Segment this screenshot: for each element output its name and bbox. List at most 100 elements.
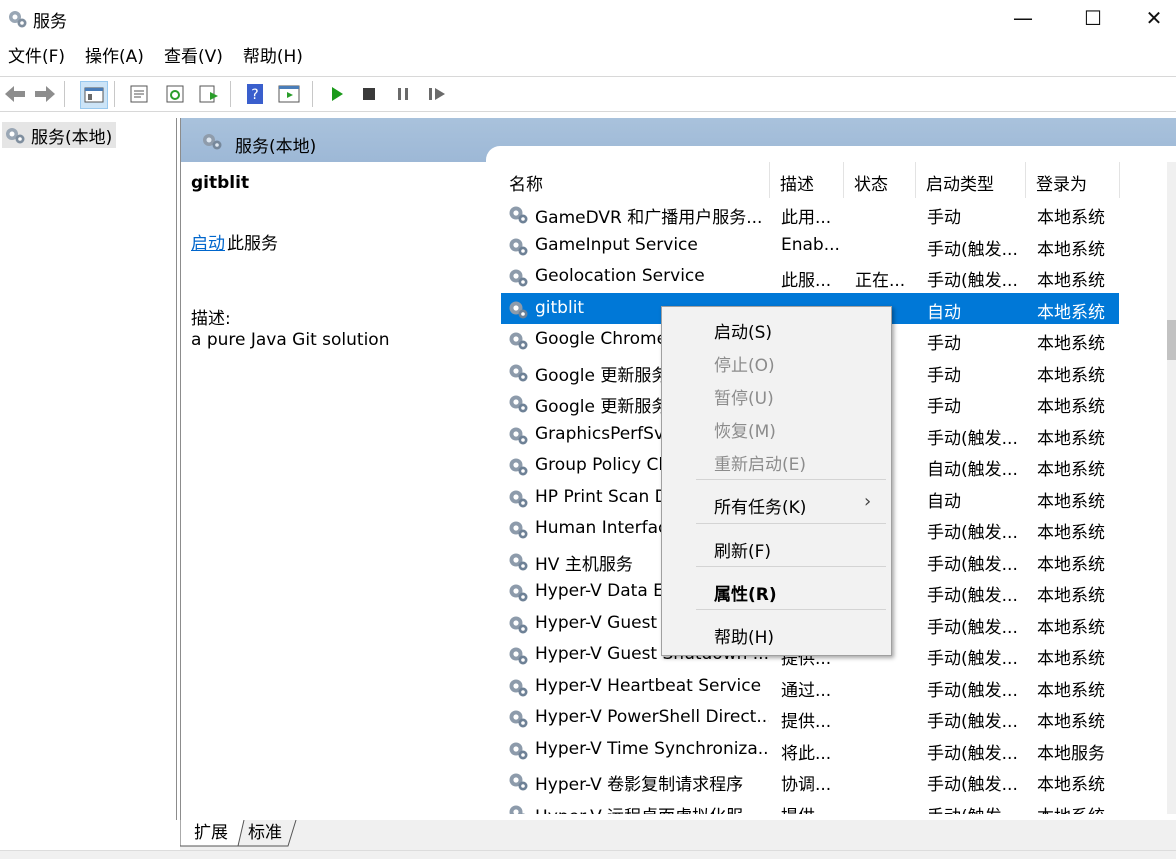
svg-text:?: ?: [251, 87, 258, 103]
table-row[interactable]: Geolocation Service 此服... 正在... 手动(触发... 本地系…: [501, 261, 1119, 292]
service-startup-type-cell: 手动(触发...: [927, 523, 1018, 543]
menu-separator: [696, 566, 886, 567]
toolbar-separator: [64, 81, 65, 107]
back-arrow-icon[interactable]: [2, 81, 28, 107]
gear-icon: [6, 128, 25, 144]
gear-icon: [509, 710, 528, 728]
toolbar-separator: [230, 81, 231, 107]
gear-icon: [509, 206, 528, 224]
column-header-name[interactable]: 名称: [509, 170, 543, 195]
service-logon-cell: 本地系统: [1037, 523, 1105, 543]
service-logon-cell: 本地系统: [1037, 428, 1105, 449]
service-logon-cell: 本地系统: [1037, 775, 1105, 795]
submenu-arrow-icon: ›: [864, 491, 872, 512]
table-row[interactable]: Hyper-V 远程桌面虚拟化服... 提供... 手动(触发... 本地系统: [501, 797, 1119, 815]
menu-item-help[interactable]: 帮助(H): [714, 623, 774, 648]
service-logon-cell: 本地系统: [1037, 680, 1105, 701]
vertical-scrollbar[interactable]: [1167, 162, 1176, 814]
service-startup-type-cell: 手动: [927, 334, 961, 354]
menu-view[interactable]: 查看(V): [156, 42, 235, 72]
properties-icon[interactable]: [126, 81, 152, 107]
maximize-button[interactable]: ☐: [1070, 0, 1116, 36]
table-row[interactable]: Hyper-V Time Synchroniza... 将此... 手动(触发...…: [501, 734, 1119, 765]
menu-item-resume[interactable]: 恢复(M): [714, 417, 776, 442]
selected-service-name: gitblit: [191, 173, 250, 193]
menu-item-stop[interactable]: 停止(O): [714, 351, 775, 376]
service-description-cell: 此用...: [781, 208, 832, 228]
toolbar-separator: [114, 81, 115, 107]
column-header-status[interactable]: 状态: [854, 170, 888, 195]
column-separator[interactable]: [769, 162, 770, 198]
toolbar: ?: [0, 76, 1176, 112]
gear-icon: [509, 301, 528, 318]
gear-icon: [509, 364, 528, 381]
forward-arrow-icon[interactable]: [32, 81, 58, 107]
action-pane-icon[interactable]: [276, 81, 302, 107]
stop-icon[interactable]: [356, 81, 382, 107]
menu-separator: [696, 479, 886, 480]
service-name-cell: Hyper-V Heartbeat Service: [535, 675, 762, 696]
menu-item-all-tasks[interactable]: 所有任务(K): [714, 493, 806, 518]
scrollbar-thumb[interactable]: [1167, 320, 1176, 360]
minimize-button[interactable]: —: [1000, 0, 1046, 36]
service-startup-type-cell: 手动(触发...: [927, 586, 1018, 606]
service-logon-cell: 本地系统: [1037, 397, 1105, 417]
column-header-description[interactable]: 描述: [780, 170, 814, 195]
service-name-cell: Hyper-V 卷影复制请求程序: [535, 775, 744, 795]
service-startup-type-cell: 手动(触发...: [927, 775, 1018, 795]
resume-icon[interactable]: [424, 81, 450, 107]
column-separator[interactable]: [915, 162, 916, 198]
start-service-link[interactable]: 启动: [191, 229, 225, 254]
table-row[interactable]: Hyper-V PowerShell Direct... 提供... 手动(触发..…: [501, 702, 1119, 733]
close-button[interactable]: ✕: [1134, 0, 1174, 36]
menu-file[interactable]: 文件(F): [0, 42, 77, 72]
column-header-logon-as[interactable]: 登录为: [1036, 170, 1087, 195]
service-logon-cell: 本地系统: [1037, 586, 1105, 606]
table-row[interactable]: GameDVR 和广播用户服务... 此用... 手动 本地系统: [501, 198, 1119, 229]
menu-item-refresh[interactable]: 刷新(F): [714, 537, 771, 562]
gear-icon: [509, 616, 528, 633]
service-description-cell: 通过...: [781, 680, 832, 701]
table-row[interactable]: Hyper-V 卷影复制请求程序 协调... 手动(触发... 本地系统: [501, 765, 1119, 796]
export-list-icon[interactable]: [196, 81, 222, 107]
column-separator[interactable]: [843, 162, 844, 198]
menu-item-properties[interactable]: 属性(R): [714, 580, 777, 605]
service-description-cell: 提供...: [781, 802, 843, 815]
help-icon[interactable]: ?: [242, 81, 268, 107]
service-startup-type-cell: 手动(触发...: [927, 680, 1018, 701]
gear-icon: [509, 584, 528, 602]
gear-icon: [203, 134, 222, 150]
pause-icon[interactable]: [390, 81, 416, 107]
menu-item-pause[interactable]: 暂停(U): [714, 384, 774, 409]
menu-item-start[interactable]: 启动(S): [714, 318, 772, 343]
table-row[interactable]: Hyper-V Heartbeat Service 通过... 手动(触发... 本地…: [501, 671, 1119, 702]
service-logon-cell: 本地系统: [1037, 649, 1105, 669]
service-startup-type-cell: 手动(触发...: [927, 649, 1018, 669]
menu-item-restart[interactable]: 重新启动(E): [714, 450, 806, 475]
tree-item-label: 服务(本地): [31, 127, 113, 148]
column-header-startup-type[interactable]: 启动类型: [926, 170, 994, 195]
menu-action[interactable]: 操作(A): [77, 42, 156, 72]
menu-separator: [696, 609, 886, 610]
service-logon-cell: 本地系统: [1037, 554, 1105, 575]
tab-standard[interactable]: 标准: [242, 820, 288, 846]
tab-extended[interactable]: 扩展: [188, 820, 234, 846]
gear-icon: [509, 490, 528, 507]
service-logon-cell: 本地系统: [1037, 617, 1105, 638]
service-logon-cell: 本地系统: [1037, 712, 1105, 732]
service-logon-cell: 本地系统: [1037, 365, 1105, 386]
refresh-icon[interactable]: [162, 81, 188, 107]
column-separator[interactable]: [1025, 162, 1026, 198]
menu-help[interactable]: 帮助(H): [235, 42, 315, 72]
table-row[interactable]: GameInput Service Enab... 手动(触发... 本地系统: [501, 230, 1119, 261]
toolbar-separator: [312, 81, 313, 107]
service-description-cell: Enab...: [781, 234, 840, 255]
play-icon[interactable]: [324, 81, 350, 107]
column-separator[interactable]: [1119, 162, 1120, 198]
service-description-cell: 协调...: [781, 775, 832, 795]
service-logon-cell: 本地系统: [1037, 491, 1105, 512]
tree-item-services-local[interactable]: 服务(本地): [2, 122, 117, 148]
show-hide-tree-icon[interactable]: [80, 81, 108, 109]
service-startup-type-cell: 手动(触发...: [927, 802, 1025, 815]
service-startup-type-cell: 手动: [927, 365, 961, 386]
